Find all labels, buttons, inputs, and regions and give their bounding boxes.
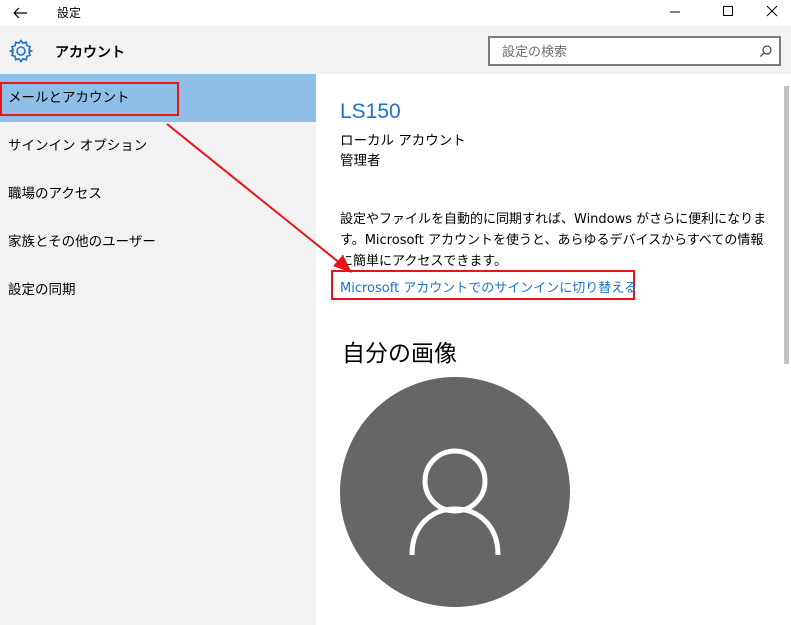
scrollbar-thumb[interactable] [784,86,789,364]
page-header: アカウント [0,26,791,74]
switch-to-microsoft-account-link[interactable]: Microsoft アカウントでのサインインに切り替える [340,277,637,296]
sidebar-item-email-accounts[interactable]: メールとアカウント [0,74,316,122]
scrollbar[interactable] [782,74,791,625]
sidebar-item-sync-settings[interactable]: 設定の同期 [0,266,316,314]
user-name: LS150 [340,100,401,123]
sidebar-item-signin-options[interactable]: サインイン オプション [0,122,316,170]
sync-description: 設定やファイルを自動的に同期すれば、Windows がさらに便利になります。Mi… [340,212,767,269]
picture-section-title: 自分の画像 [342,341,457,367]
sidebar-item-label: サインイン オプション [8,138,148,154]
page-title: アカウント [55,45,125,61]
maximize-button[interactable] [705,0,751,26]
sidebar: メールとアカウント サインイン オプション 職場のアクセス 家族とその他のユーザ… [0,74,316,625]
back-arrow-icon [13,7,27,19]
main-content: LS150 ローカル アカウント 管理者 設定やファイルを自動的に同期すれば、W… [316,74,791,625]
search-box[interactable] [488,36,781,66]
window-title: 設定 [57,6,82,20]
minimize-icon [670,11,680,13]
sidebar-item-label: 家族とその他のユーザー [8,234,156,250]
close-icon [766,5,778,17]
sidebar-item-label: 設定の同期 [8,282,76,298]
close-button[interactable] [748,0,791,26]
search-icon[interactable] [759,44,773,58]
back-button[interactable] [8,2,32,24]
annotation-highlight-box [0,82,179,116]
account-type: ローカル アカウント [340,133,466,149]
sidebar-item-family-users[interactable]: 家族とその他のユーザー [0,218,316,266]
title-bar: 設定 [0,0,791,26]
user-silhouette-icon [409,448,501,556]
avatar [340,377,570,607]
gear-icon [8,38,34,64]
search-input[interactable] [500,42,754,62]
sidebar-item-work-access[interactable]: 職場のアクセス [0,170,316,218]
sidebar-item-label: 職場のアクセス [8,186,102,202]
account-role: 管理者 [340,153,381,169]
minimize-button[interactable] [652,0,698,26]
maximize-icon [723,6,733,16]
